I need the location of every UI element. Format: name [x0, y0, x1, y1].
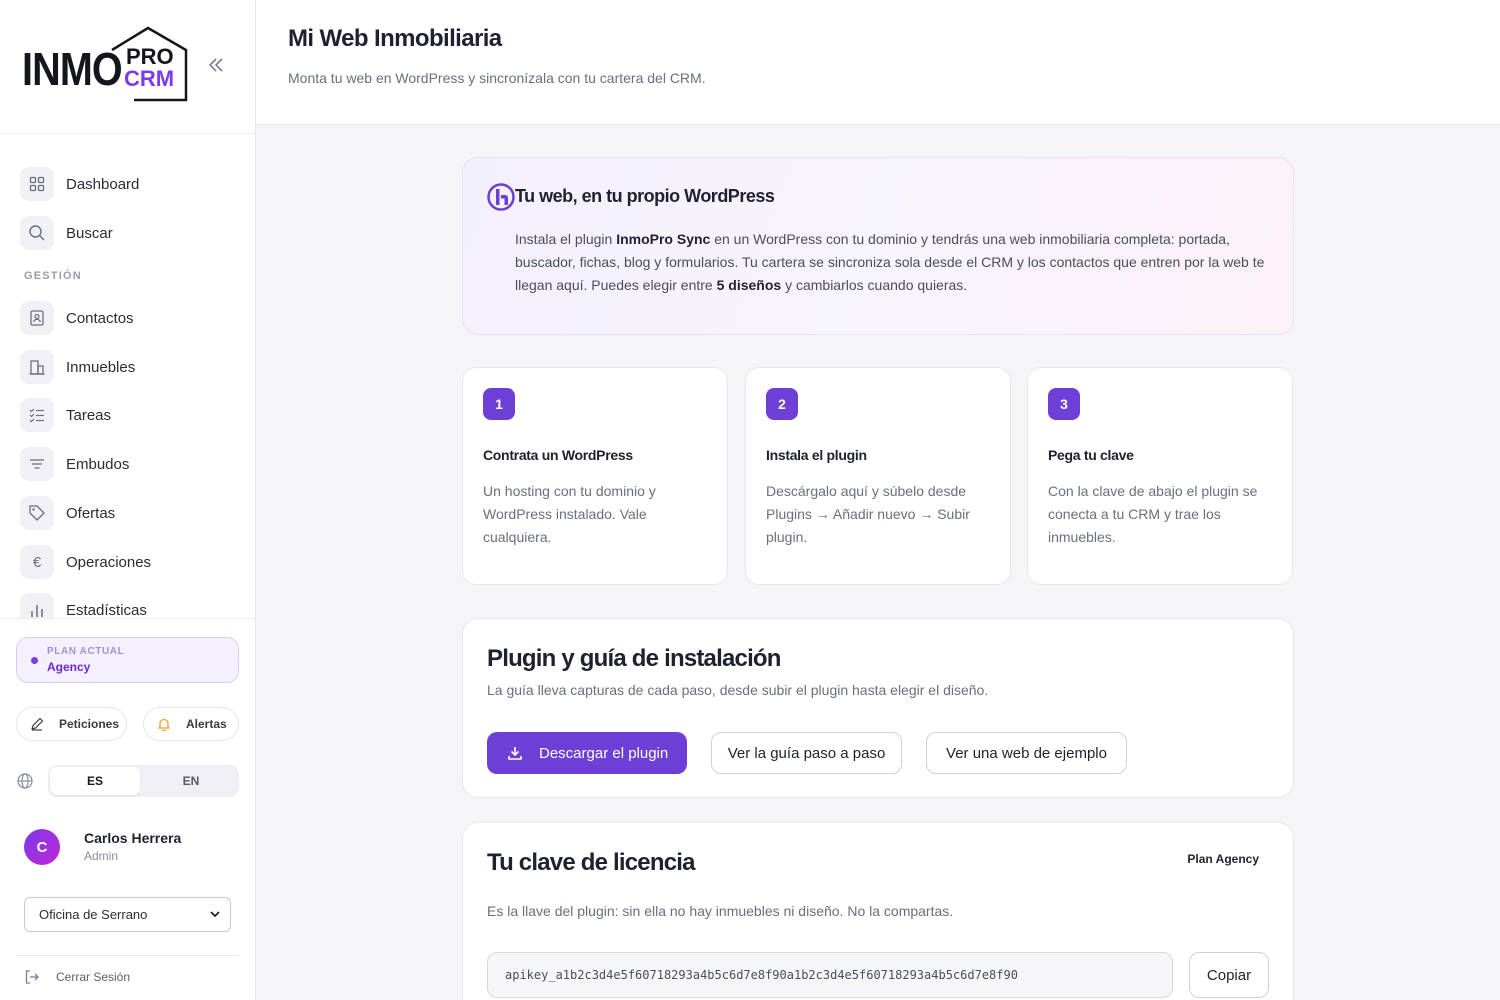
plan-label: PLAN ACTUAL	[47, 646, 125, 657]
grid-icon	[20, 167, 54, 201]
logo-pro-text: PRO	[126, 44, 174, 69]
avatar[interactable]: C	[24, 829, 60, 865]
intro-card: Tu web, en tu propio WordPress Instala e…	[462, 157, 1294, 335]
logo-crm-text: CRM	[124, 66, 175, 91]
pencil-icon	[29, 716, 45, 732]
sidebar-item-dashboard[interactable]: Dashboard	[20, 166, 240, 202]
step-number: 2	[766, 388, 798, 420]
bell-icon	[156, 716, 172, 732]
step-description: Descárgalo aquí y súbelo desde Plugins →…	[766, 483, 970, 545]
sidebar-item-tareas[interactable]: Tareas	[20, 397, 240, 433]
step-title: Pega tu clave	[1048, 447, 1134, 463]
sidebar-footer: PLAN ACTUAL Agency Peticiones Alertas ES…	[0, 618, 255, 1000]
logo-area: INMO PRO CRM	[0, 0, 255, 134]
language-es-option[interactable]: ES	[50, 767, 140, 795]
intro-title: Tu web, en tu propio WordPress	[515, 186, 775, 206]
bar-chart-icon	[20, 593, 54, 618]
step-title: Instala el plugin	[766, 447, 867, 463]
double-chevron-left-icon	[208, 58, 223, 72]
tag-icon	[20, 496, 54, 530]
logout-icon	[25, 970, 39, 984]
search-icon	[20, 216, 54, 250]
sidebar-item-label: Embudos	[66, 455, 130, 473]
logo-inmo-text: INMO	[22, 43, 123, 95]
funnel-icon	[20, 447, 54, 481]
sidebar-item-embudos[interactable]: Embudos	[20, 446, 240, 482]
copy-key-button[interactable]: Copiar	[1189, 952, 1269, 998]
chevron-down-icon	[210, 911, 220, 918]
step-card-2: 2 Instala el plugin Descárgalo aquí y sú…	[745, 367, 1011, 585]
sidebar-item-label: Inmuebles	[66, 358, 136, 376]
license-card: Tu clave de licencia Plan Agency Es la l…	[462, 822, 1294, 1000]
download-plugin-label: Descargar el plugin	[539, 744, 669, 762]
globe-icon	[17, 773, 33, 789]
plan-dot-icon	[31, 657, 38, 664]
peticiones-label: Peticiones	[59, 717, 120, 731]
language-en-option[interactable]: EN	[146, 767, 236, 795]
sidebar-item-estadisticas[interactable]: Estadísticas	[20, 592, 240, 618]
sidebar-item-contactos[interactable]: Contactos	[20, 300, 240, 336]
license-title: Tu clave de licencia	[487, 849, 695, 876]
contact-book-icon	[20, 301, 54, 335]
step-description: Con la clave de abajo el plugin se conec…	[1048, 483, 1258, 545]
license-subtitle: Es la llave del plugin: sin ella no hay …	[487, 903, 954, 919]
plan-badge: Plan Agency	[1187, 852, 1259, 866]
sidebar-item-label: Estadísticas	[66, 601, 147, 619]
office-select-value: Oficina de Serrano	[39, 907, 148, 922]
step-card-1: 1 Contrata un WordPress Un hosting con t…	[462, 367, 728, 585]
sidebar-item-label: Contactos	[66, 309, 134, 327]
language-toggle: ES EN	[48, 765, 239, 797]
user-name: Carlos Herrera	[84, 830, 182, 846]
page-title: Mi Web Inmobiliaria	[288, 25, 502, 52]
plugin-subtitle: La guía lleva capturas de cada paso, des…	[487, 682, 989, 698]
designs-count: 5 diseños	[716, 277, 782, 293]
sidebar: INMO PRO CRM Dashboard Buscar GESTIÓN Co…	[0, 0, 256, 1000]
page-subtitle: Monta tu web en WordPress y sincronízala…	[288, 70, 706, 86]
current-plan-badge[interactable]: PLAN ACTUAL Agency	[16, 637, 239, 683]
view-guide-button[interactable]: Ver la guía paso a paso	[711, 732, 902, 774]
step-number: 1	[483, 388, 515, 420]
plugin-name: InmoPro Sync	[616, 231, 711, 247]
office-select[interactable]: Oficina de Serrano	[24, 897, 231, 932]
plan-value: Agency	[47, 660, 91, 674]
brand-logo[interactable]: INMO PRO CRM	[22, 26, 188, 102]
checklist-icon	[20, 398, 54, 432]
view-example-button[interactable]: Ver una web de ejemplo	[926, 732, 1127, 774]
sidebar-item-label: Buscar	[66, 224, 113, 242]
step-card-3: 3 Pega tu clave Con la clave de abajo el…	[1027, 367, 1293, 585]
page-header: Mi Web Inmobiliaria Monta tu web en Word…	[256, 0, 1500, 125]
plugin-title: Plugin y guía de instalación	[487, 645, 781, 672]
euro-icon: €	[20, 545, 54, 579]
sidebar-item-label: Dashboard	[66, 175, 140, 193]
alertas-button[interactable]: Alertas	[143, 707, 239, 741]
sidebar-item-operaciones[interactable]: € Operaciones	[20, 544, 240, 580]
sidebar-item-label: Ofertas	[66, 504, 116, 522]
sidebar-item-inmuebles[interactable]: Inmuebles	[20, 349, 240, 385]
logout-label: Cerrar Sesión	[56, 970, 131, 984]
intro-text: Instala el plugin InmoPro Sync en un Wor…	[515, 231, 1265, 293]
building-icon	[20, 350, 54, 384]
wordpress-logo-icon	[487, 183, 515, 211]
sidebar-item-label: Tareas	[66, 406, 112, 424]
logout-button[interactable]: Cerrar Sesión	[16, 955, 239, 1000]
step-title: Contrata un WordPress	[483, 447, 633, 463]
alertas-label: Alertas	[186, 717, 227, 731]
sidebar-nav: Dashboard Buscar GESTIÓN Contactos Inmue…	[0, 134, 255, 618]
license-key-field[interactable]: apikey_a1b2c3d4e5f60718293a4b5c6d7e8f90a…	[487, 952, 1173, 998]
user-role: Admin	[84, 849, 119, 863]
peticiones-button[interactable]: Peticiones	[16, 707, 127, 741]
step-description: Un hosting con tu dominio y WordPress in…	[483, 483, 656, 545]
step-number: 3	[1048, 388, 1080, 420]
sidebar-item-ofertas[interactable]: Ofertas	[20, 495, 240, 531]
sidebar-item-label: Operaciones	[66, 553, 152, 571]
sidebar-item-buscar[interactable]: Buscar	[20, 215, 240, 251]
nav-section-gestion: GESTIÓN	[24, 270, 82, 282]
download-icon	[508, 747, 522, 760]
plugin-card: Plugin y guía de instalación La guía lle…	[462, 618, 1294, 798]
collapse-sidebar-button[interactable]	[204, 55, 228, 79]
download-plugin-button[interactable]: Descargar el plugin	[487, 732, 687, 774]
